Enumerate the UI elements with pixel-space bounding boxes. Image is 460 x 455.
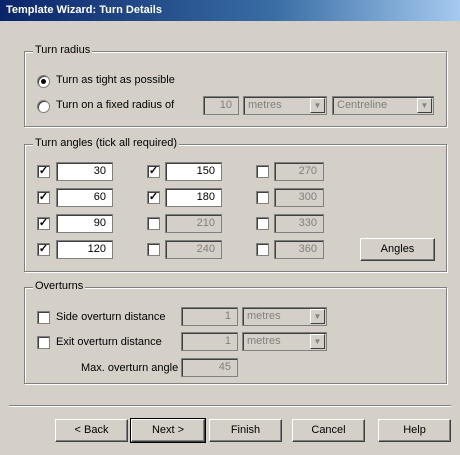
next-button[interactable]: Next >: [130, 418, 206, 443]
exit-overturn-checkbox[interactable]: [37, 336, 50, 349]
exit-overturn-label[interactable]: Exit overturn distance: [56, 336, 162, 348]
angle-300-field[interactable]: 300: [274, 188, 324, 207]
radius-unit-dropdown[interactable]: metres ▼: [243, 96, 327, 115]
side-overturn-checkbox[interactable]: [37, 311, 50, 324]
angle-30-checkbox[interactable]: ✓: [37, 165, 50, 178]
chevron-down-icon[interactable]: ▼: [417, 98, 432, 113]
radio-turn-fixed-label[interactable]: Turn on a fixed radius of: [56, 99, 174, 111]
radio-turn-tight-label[interactable]: Turn as tight as possible: [56, 74, 175, 86]
angle-210-field[interactable]: 210: [165, 214, 222, 233]
angle-360-field[interactable]: 360: [274, 240, 324, 259]
angle-270-field[interactable]: 270: [274, 162, 324, 181]
angle-330-checkbox[interactable]: [256, 217, 269, 230]
side-overturn-unit-dropdown[interactable]: metres ▼: [242, 307, 327, 326]
title-bar: Template Wizard: Turn Details: [0, 0, 460, 21]
separator: [9, 405, 451, 407]
angle-270-checkbox[interactable]: [256, 165, 269, 178]
cancel-button[interactable]: Cancel: [292, 419, 365, 442]
radius-reference-dropdown[interactable]: Centreline ▼: [332, 96, 434, 115]
exit-overturn-field[interactable]: 1: [181, 332, 238, 351]
angle-120-checkbox[interactable]: ✓: [37, 243, 50, 256]
angle-60-checkbox[interactable]: ✓: [37, 191, 50, 204]
angle-90-field[interactable]: 90: [56, 214, 113, 233]
max-overturn-label: Max. overturn angle: [81, 362, 179, 374]
exit-overturn-unit-dropdown[interactable]: metres ▼: [242, 332, 327, 351]
angle-180-checkbox[interactable]: ✓: [147, 191, 160, 204]
angle-300-checkbox[interactable]: [256, 191, 269, 204]
angle-360-checkbox[interactable]: [256, 243, 269, 256]
radius-reference-value: Centreline: [337, 99, 388, 111]
radius-unit-value: metres: [248, 99, 282, 111]
chevron-down-icon[interactable]: ▼: [310, 334, 325, 349]
help-button[interactable]: Help: [378, 419, 451, 442]
angle-90-checkbox[interactable]: ✓: [37, 217, 50, 230]
angle-150-checkbox[interactable]: ✓: [147, 165, 160, 178]
turn-angles-legend: Turn angles (tick all required): [33, 137, 180, 149]
side-overturn-label[interactable]: Side overturn distance: [56, 311, 165, 323]
angle-150-field[interactable]: 150: [165, 162, 222, 181]
overturns-legend: Overturns: [33, 280, 86, 292]
angle-60-field[interactable]: 60: [56, 188, 113, 207]
chevron-down-icon[interactable]: ▼: [310, 309, 325, 324]
back-button[interactable]: < Back: [55, 419, 128, 442]
side-overturn-field[interactable]: 1: [181, 307, 238, 326]
max-overturn-field[interactable]: 45: [181, 358, 238, 377]
radio-turn-fixed[interactable]: [37, 100, 50, 113]
angle-180-field[interactable]: 180: [165, 188, 222, 207]
exit-overturn-unit-value: metres: [247, 335, 281, 347]
window-title: Template Wizard: Turn Details: [6, 4, 162, 16]
angle-210-checkbox[interactable]: [147, 217, 160, 230]
radio-turn-tight[interactable]: [37, 75, 50, 88]
side-overturn-unit-value: metres: [247, 310, 281, 322]
chevron-down-icon[interactable]: ▼: [310, 98, 325, 113]
angle-330-field[interactable]: 330: [274, 214, 324, 233]
angle-240-checkbox[interactable]: [147, 243, 160, 256]
turn-radius-group: Turn radius: [24, 44, 447, 127]
angle-30-field[interactable]: 30: [56, 162, 113, 181]
angle-240-field[interactable]: 240: [165, 240, 222, 259]
finish-button[interactable]: Finish: [209, 419, 282, 442]
radius-value-field[interactable]: 10: [203, 96, 239, 115]
angle-120-field[interactable]: 120: [56, 240, 113, 259]
turn-radius-legend: Turn radius: [33, 44, 93, 56]
angles-button[interactable]: Angles: [360, 238, 435, 261]
